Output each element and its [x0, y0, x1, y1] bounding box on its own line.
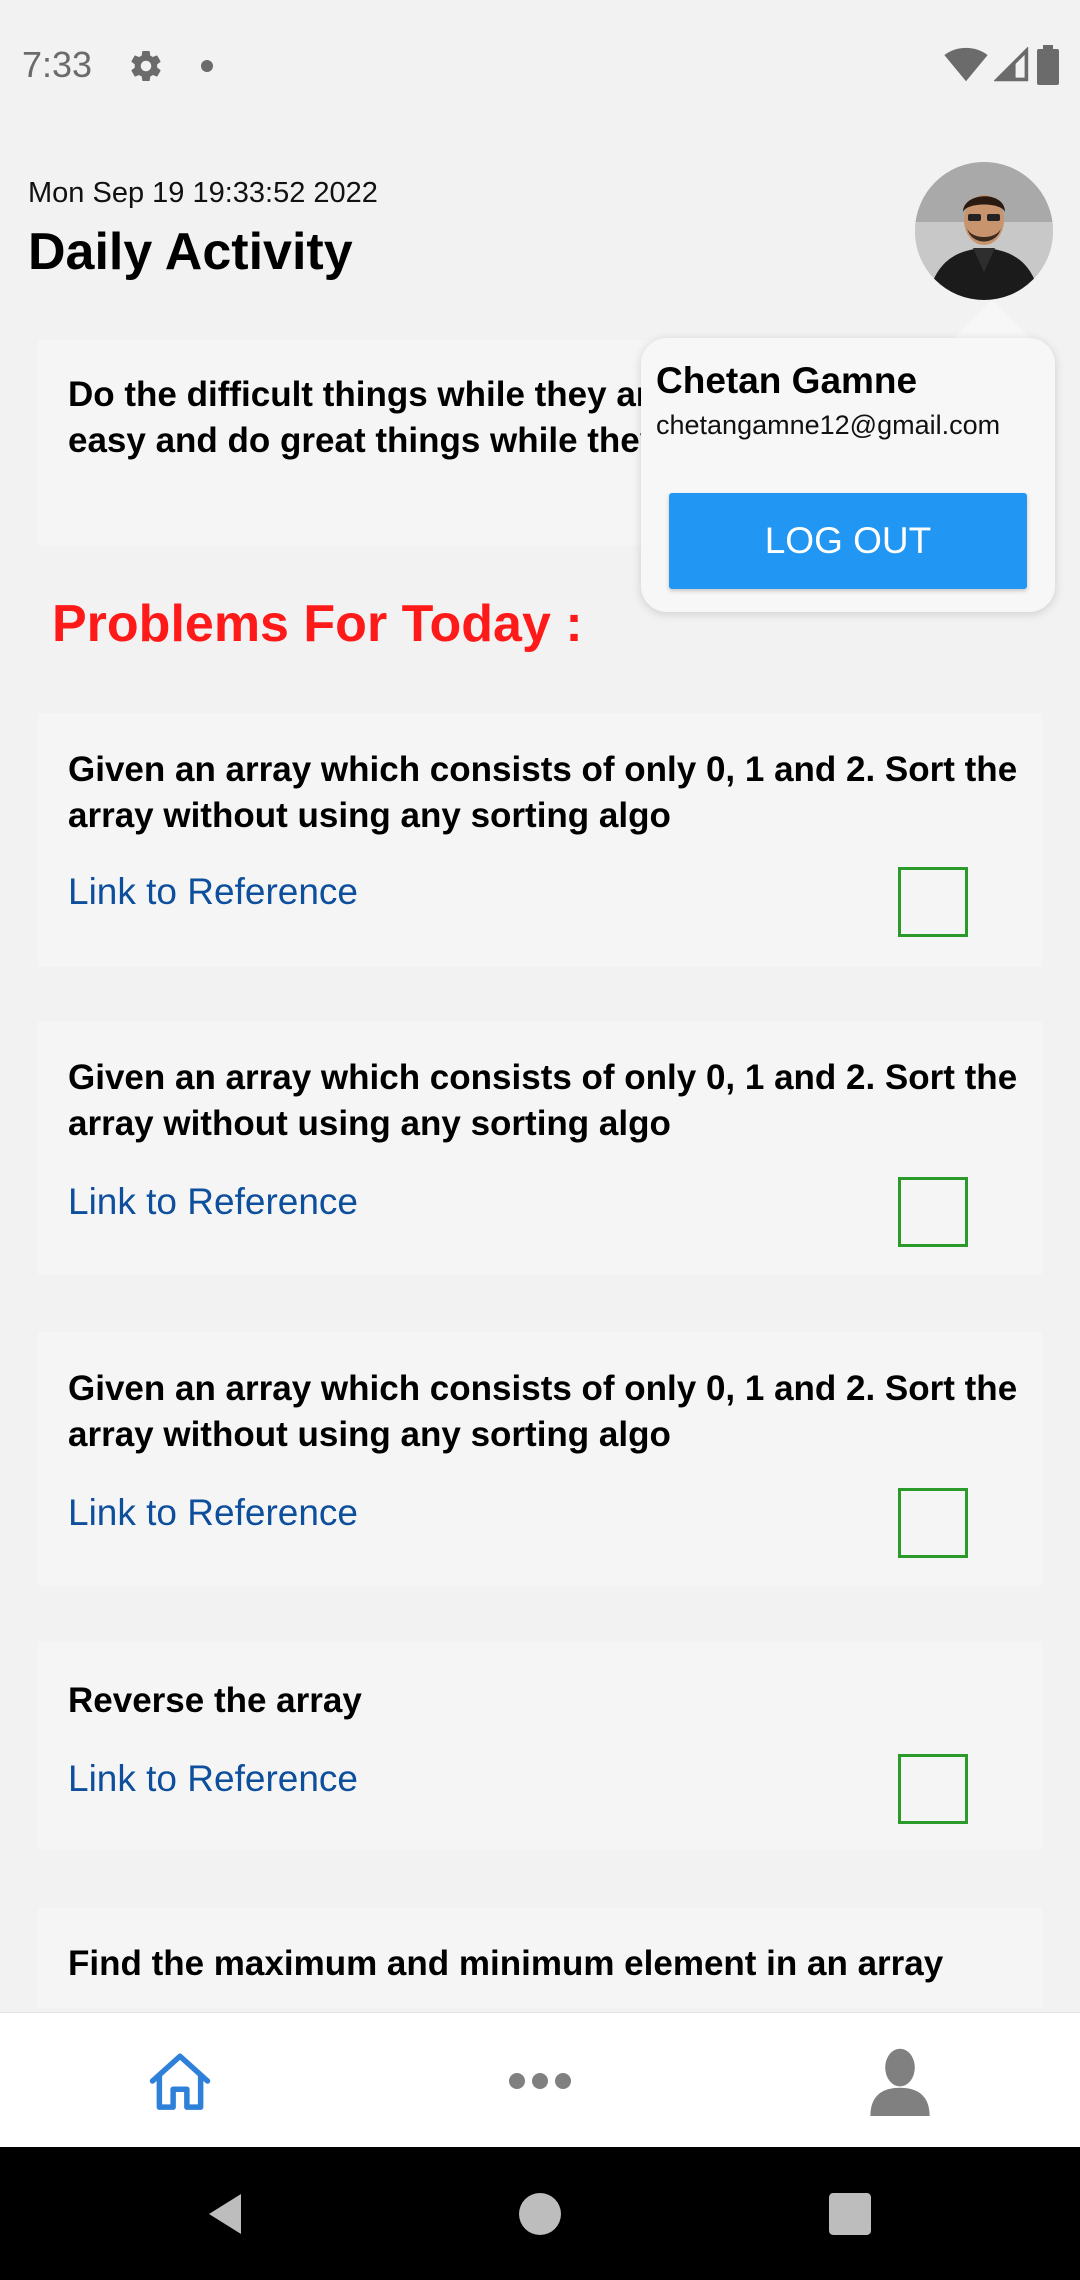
header-date: Mon Sep 19 19:33:52 2022: [28, 177, 378, 209]
avatar-photo-icon: [915, 162, 1053, 300]
quote-text: Do the difficult things while they are e…: [68, 375, 669, 460]
profile-email: chetangamne12@gmail.com: [656, 410, 1001, 440]
wifi-icon: [944, 47, 988, 82]
home-icon: [149, 2053, 211, 2110]
recents-square-icon: [829, 2192, 871, 2235]
status-bar: 7:33: [0, 0, 1080, 136]
user-icon: [870, 2048, 930, 2116]
tab-profile[interactable]: [800, 2013, 1000, 2148]
logout-button[interactable]: LOG OUT: [669, 493, 1027, 589]
profile-popup: Chetan Gamne chetangamne12@gmail.com LOG…: [641, 338, 1055, 612]
problem-card: Find the maximum and minimum element in …: [38, 1908, 1042, 2008]
back-triangle-icon: [209, 2193, 241, 2234]
status-time: 7:33: [22, 44, 93, 85]
more-icon: [509, 2072, 571, 2089]
problem-card: Given an array which consists of only 0,…: [38, 1332, 1042, 1586]
problem-card: Reverse the array Link to Reference: [38, 1642, 1042, 1850]
system-nav-bar: [0, 2147, 1080, 2280]
problem-card: Given an array which consists of only 0,…: [38, 1021, 1042, 1275]
problem-checkbox[interactable]: [898, 1177, 968, 1247]
problem-checkbox[interactable]: [898, 867, 968, 937]
nav-home-button[interactable]: [480, 2147, 600, 2280]
gear-icon: [131, 51, 161, 82]
reference-link[interactable]: Link to Reference: [68, 871, 358, 913]
home-circle-icon: [519, 2192, 561, 2235]
profile-name: Chetan Gamne: [656, 360, 918, 401]
battery-icon: [1037, 45, 1059, 85]
bottom-tab-bar: [0, 2012, 1080, 2147]
problem-checkbox[interactable]: [898, 1754, 968, 1824]
page-title: Daily Activity: [28, 223, 353, 281]
reference-link[interactable]: Link to Reference: [68, 1492, 358, 1534]
problem-card: Given an array which consists of only 0,…: [38, 713, 1042, 967]
problem-text: Find the maximum and minimum element in …: [68, 1944, 944, 1983]
avatar[interactable]: [915, 162, 1053, 300]
problem-text: Reverse the array: [68, 1681, 362, 1720]
problem-text: Given an array which consists of only 0,…: [68, 750, 1018, 835]
status-icons: [944, 44, 1060, 86]
tab-more[interactable]: [440, 2013, 640, 2148]
tab-home[interactable]: [80, 2013, 280, 2148]
problem-checkbox[interactable]: [898, 1488, 968, 1558]
popup-arrow: [950, 300, 1034, 342]
problem-text: Given an array which consists of only 0,…: [68, 1369, 1018, 1454]
problem-text: Given an array which consists of only 0,…: [68, 1058, 1018, 1143]
reference-link[interactable]: Link to Reference: [68, 1758, 358, 1800]
nav-back-button[interactable]: [165, 2147, 285, 2280]
section-title: Problems For Today :: [52, 595, 583, 653]
cell-signal-icon: [994, 47, 1029, 82]
reference-link[interactable]: Link to Reference: [68, 1181, 358, 1223]
notification-dot-icon: [201, 60, 213, 72]
nav-recents-button[interactable]: [790, 2147, 910, 2280]
